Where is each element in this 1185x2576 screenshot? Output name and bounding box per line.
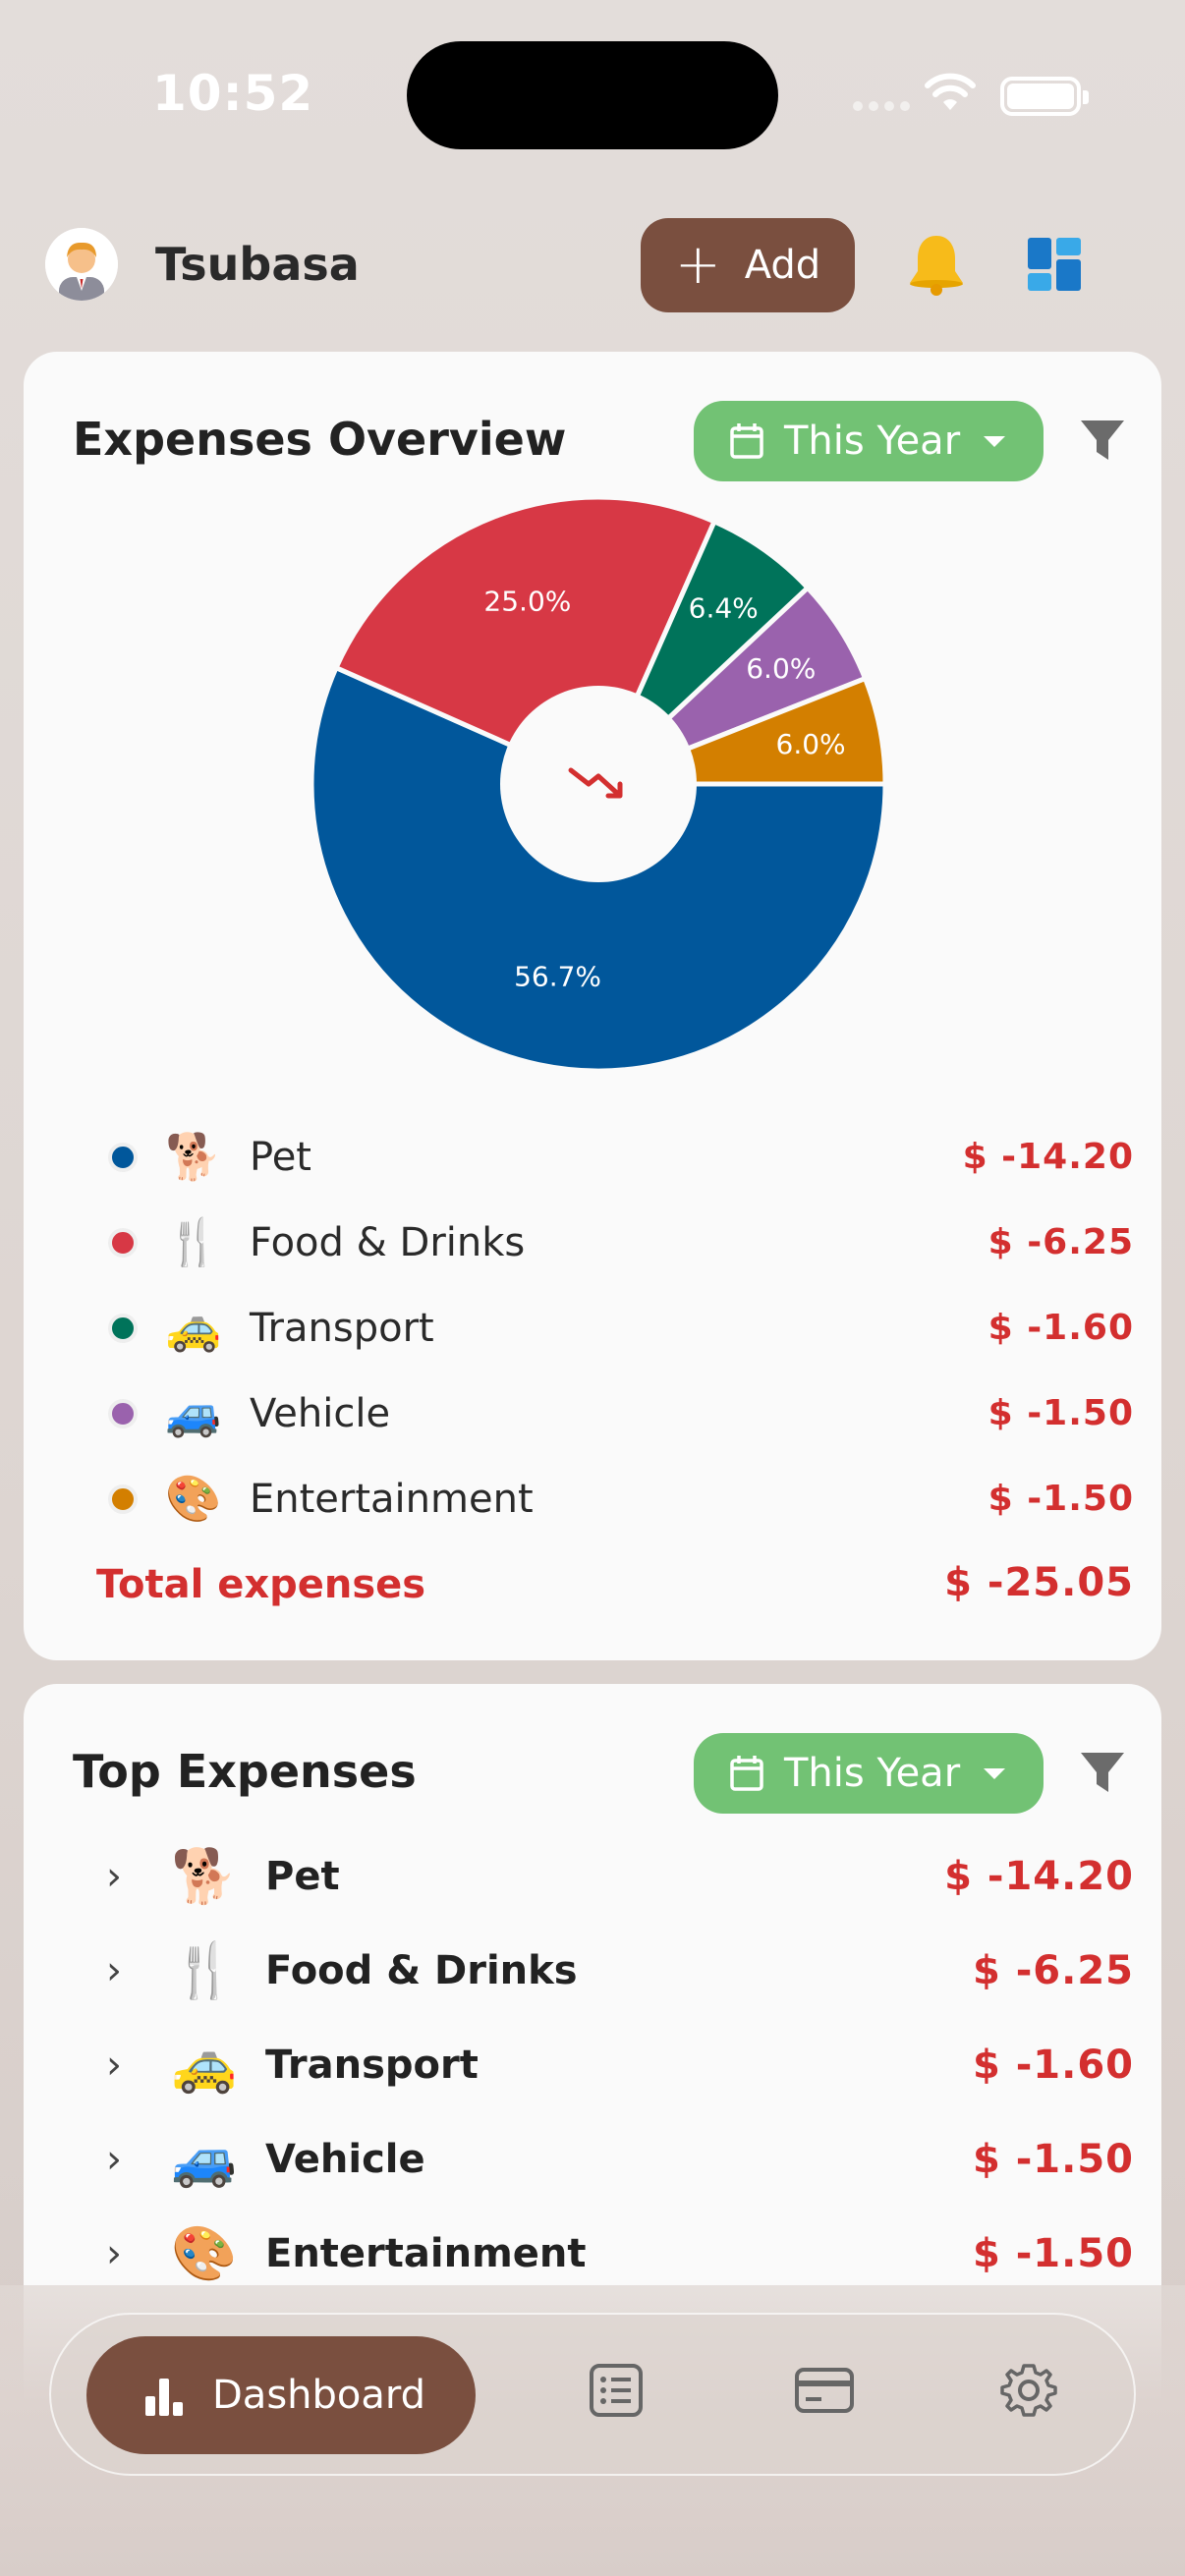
chevron-right-icon[interactable]: ›: [106, 2231, 145, 2276]
gear-icon[interactable]: [1000, 2362, 1057, 2419]
dynamic-island: [407, 41, 778, 149]
user-name: Tsubasa: [155, 238, 360, 291]
top-expense-label: Food & Drinks: [265, 1948, 578, 1993]
dog-icon: 🐕: [171, 1845, 238, 1907]
add-button[interactable]: + Add: [641, 218, 855, 312]
calendar-icon: [730, 423, 763, 459]
entertainment-icon: 🎨: [171, 2222, 238, 2284]
legend-item[interactable]: 🚙 Vehicle $ -1.50: [73, 1371, 1134, 1456]
legend-item[interactable]: 🎨 Entertainment $ -1.50: [73, 1456, 1134, 1541]
filter-icon[interactable]: [1079, 1749, 1126, 1796]
pie-center-hole: [500, 686, 697, 882]
top-expense-row[interactable]: › 🐕 Pet $ -14.20: [73, 1829, 1134, 1924]
top-expense-label: Vehicle: [265, 2137, 425, 2182]
legend-color-dot: [108, 1142, 138, 1172]
pie-slice-label: 6.0%: [746, 652, 816, 685]
battery-icon: [1000, 77, 1089, 116]
taxi-icon: 🚕: [165, 1301, 222, 1354]
top-expense-amount: $ -1.60: [972, 2043, 1134, 2088]
legend-item[interactable]: 🍴 Food & Drinks $ -6.25: [73, 1200, 1134, 1285]
legend-label: Vehicle: [250, 1390, 391, 1436]
legend-label: Entertainment: [250, 1476, 534, 1522]
pie-slice-label: 56.7%: [514, 961, 601, 993]
top-period-label: This Year: [784, 1751, 961, 1796]
top-expenses-title: Top Expenses: [73, 1745, 417, 1798]
legend-color-dot: [108, 1313, 138, 1343]
legend-item[interactable]: 🐕 Pet $ -14.20: [73, 1114, 1134, 1200]
legend-amount: $ -1.60: [988, 1308, 1134, 1348]
top-expense-label: Entertainment: [265, 2231, 587, 2276]
plus-icon: +: [674, 233, 721, 297]
chevron-down-icon: [984, 1767, 1006, 1779]
dashboard-icon[interactable]: [1026, 236, 1083, 293]
top-period-dropdown[interactable]: This Year: [694, 1733, 1044, 1814]
overview-legend: 🐕 Pet $ -14.20 🍴 Food & Drinks $ -6.25 🚕…: [73, 1114, 1134, 1541]
bell-icon[interactable]: [902, 230, 971, 299]
legend-label: Transport: [250, 1305, 434, 1351]
top-expense-amount: $ -6.25: [972, 1948, 1134, 1993]
pie-slice-label: 6.0%: [776, 728, 846, 760]
legend-color-dot: [108, 1398, 138, 1428]
dog-icon: 🐕: [165, 1130, 222, 1183]
bar-chart-icon: [145, 2379, 183, 2416]
filter-icon[interactable]: [1079, 417, 1126, 464]
status-bar: 10:52: [0, 0, 1185, 187]
total-amount: $ -25.05: [944, 1560, 1134, 1605]
signal-dots-icon: [853, 96, 916, 115]
expenses-overview-card: Expenses Overview This Year 56.7% 25.0% 6.…: [24, 352, 1161, 1660]
wifi-icon: [925, 73, 976, 110]
chevron-right-icon[interactable]: ›: [106, 1948, 145, 1993]
chevron-right-icon[interactable]: ›: [106, 2043, 145, 2088]
calendar-icon: [730, 1756, 763, 1791]
add-button-label: Add: [744, 243, 821, 288]
legend-label: Pet: [250, 1134, 311, 1180]
top-expense-amount: $ -14.20: [944, 1854, 1134, 1899]
legend-amount: $ -14.20: [962, 1137, 1134, 1177]
credit-card-icon[interactable]: [794, 2362, 855, 2419]
bottom-nav: Dashboard: [49, 2313, 1136, 2476]
top-expense-row[interactable]: › 🚙 Vehicle $ -1.50: [73, 2112, 1134, 2207]
list-icon[interactable]: [588, 2362, 645, 2419]
nav-dashboard-label: Dashboard: [212, 2373, 426, 2418]
app-header: Tsubasa + Add: [0, 216, 1185, 314]
car-icon: 🚙: [165, 1386, 222, 1439]
legend-color-dot: [108, 1484, 138, 1514]
expenses-pie-chart: 56.7% 25.0% 6.4% 6.0% 6.0%: [304, 489, 893, 1079]
top-expenses-list: › 🐕 Pet $ -14.20 › 🍴 Food & Drinks $ -6.…: [73, 1829, 1134, 2301]
legend-item[interactable]: 🚕 Transport $ -1.60: [73, 1285, 1134, 1371]
status-time: 10:52: [152, 65, 314, 122]
fork-and-glass-icon: 🍴: [171, 1939, 238, 2001]
legend-label: Food & Drinks: [250, 1219, 526, 1265]
top-expense-label: Pet: [265, 1854, 340, 1899]
top-expense-amount: $ -1.50: [972, 2137, 1134, 2182]
person-avatar-icon: [45, 228, 118, 301]
legend-color-dot: [108, 1227, 138, 1258]
top-expense-row[interactable]: › 🍴 Food & Drinks $ -6.25: [73, 1924, 1134, 2018]
pie-chart-svg: 56.7% 25.0% 6.4% 6.0% 6.0%: [309, 494, 888, 1074]
overview-period-dropdown[interactable]: This Year: [694, 401, 1044, 481]
top-expense-amount: $ -1.50: [972, 2231, 1134, 2276]
nav-dashboard-tab[interactable]: Dashboard: [86, 2336, 476, 2454]
pie-slice-label: 6.4%: [689, 592, 759, 625]
chevron-right-icon[interactable]: ›: [106, 2137, 145, 2182]
taxi-icon: 🚕: [171, 2034, 238, 2096]
legend-amount: $ -6.25: [988, 1222, 1134, 1262]
overview-period-label: This Year: [784, 419, 961, 464]
top-expense-label: Transport: [265, 2043, 479, 2088]
avatar[interactable]: [45, 228, 118, 301]
legend-amount: $ -1.50: [988, 1393, 1134, 1433]
total-row: Total expenses $ -25.05: [73, 1554, 1134, 1613]
pie-slice-label: 25.0%: [483, 585, 571, 617]
top-expense-row[interactable]: › 🚕 Transport $ -1.60: [73, 2018, 1134, 2112]
legend-amount: $ -1.50: [988, 1479, 1134, 1519]
entertainment-icon: 🎨: [165, 1472, 222, 1525]
chevron-right-icon[interactable]: ›: [106, 1854, 145, 1899]
overview-title: Expenses Overview: [73, 413, 567, 466]
total-label: Total expenses: [96, 1562, 426, 1607]
chevron-down-icon: [984, 435, 1006, 447]
car-icon: 🚙: [171, 2128, 238, 2190]
fork-and-glass-icon: 🍴: [165, 1215, 222, 1268]
